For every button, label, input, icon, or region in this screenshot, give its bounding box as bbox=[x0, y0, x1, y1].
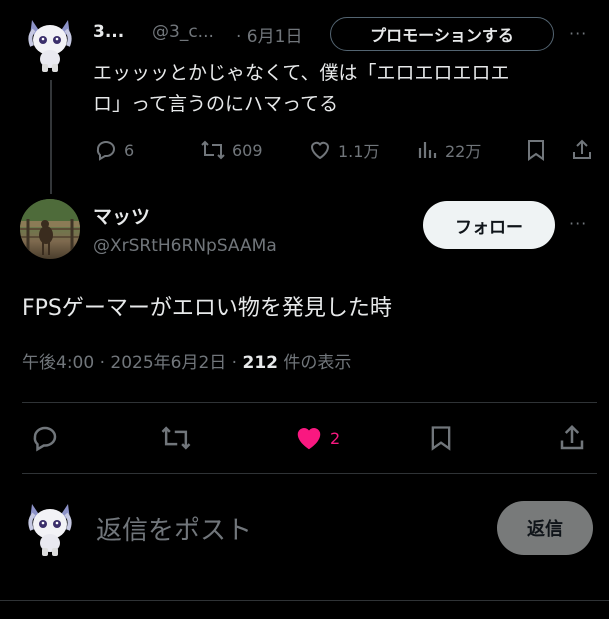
repost-icon bbox=[200, 138, 226, 162]
bookmark-icon bbox=[427, 423, 455, 453]
main-more-button[interactable]: ··· bbox=[569, 214, 587, 233]
reply-input[interactable]: 返信をポスト bbox=[96, 510, 252, 547]
parent-more-button[interactable]: ··· bbox=[569, 24, 587, 43]
tweet-timestamp[interactable]: 午後4:00 · 2025年6月2日 · bbox=[22, 353, 243, 373]
parent-views-count: 22万 bbox=[445, 142, 482, 161]
views-chart-icon bbox=[417, 138, 439, 162]
thread-connector-line bbox=[50, 80, 52, 194]
share-icon bbox=[570, 138, 594, 162]
views-suffix: 件の表示 bbox=[278, 353, 352, 373]
main-share-button[interactable] bbox=[557, 423, 587, 457]
divider bbox=[0, 600, 609, 601]
share-icon bbox=[557, 423, 587, 453]
promote-button[interactable]: プロモーションする bbox=[330, 17, 554, 51]
parent-like-button[interactable]: 1.1万 bbox=[308, 138, 379, 162]
main-like-button[interactable]: 2 bbox=[294, 423, 340, 453]
repost-icon bbox=[160, 423, 192, 453]
composer-avatar bbox=[26, 500, 74, 556]
reply-icon bbox=[94, 138, 118, 162]
divider bbox=[22, 473, 597, 474]
parent-like-count: 1.1万 bbox=[338, 142, 380, 161]
main-repost-button[interactable] bbox=[160, 423, 192, 457]
views-count[interactable]: 212 bbox=[243, 353, 279, 373]
heart-outline-icon bbox=[308, 138, 332, 162]
main-tweet-text: FPSゲーマーがエロい物を発見した時 bbox=[22, 296, 392, 321]
main-author-name[interactable]: マッツ bbox=[93, 202, 150, 229]
main-bookmark-button[interactable] bbox=[427, 423, 455, 457]
reply-icon bbox=[30, 423, 60, 453]
parent-share-button[interactable] bbox=[570, 138, 594, 166]
main-tweet-meta: 午後4:00 · 2025年6月2日 · 212 件の表示 bbox=[22, 348, 351, 373]
parent-reply-count: 6 bbox=[124, 140, 135, 160]
parent-views-button[interactable]: 22万 bbox=[417, 138, 481, 162]
heart-filled-icon bbox=[294, 423, 324, 453]
deer-avatar-icon bbox=[20, 199, 80, 259]
parent-tweet-text-line: ロ」って言うのにハマってる bbox=[93, 93, 339, 115]
parent-author-handle[interactable]: @3_c... bbox=[152, 22, 214, 42]
parent-tweet-date[interactable]: · 6月1日 bbox=[236, 22, 302, 47]
parent-tweet-text-line: エッッッとかじゃなくて、僕は「エロエロエロエ bbox=[93, 62, 510, 84]
main-reply-button[interactable] bbox=[30, 423, 60, 457]
follow-button[interactable]: フォロー bbox=[423, 201, 555, 249]
parent-bookmark-button[interactable] bbox=[524, 138, 548, 166]
bookmark-icon bbox=[524, 138, 548, 162]
parent-author-avatar[interactable] bbox=[26, 16, 74, 72]
parent-author-name[interactable]: 3... bbox=[93, 22, 124, 42]
espurr-avatar-icon bbox=[28, 20, 72, 72]
parent-repost-button[interactable]: 609 bbox=[200, 138, 263, 162]
parent-reply-button[interactable]: 6 bbox=[94, 138, 134, 162]
main-author-handle[interactable]: @XrSRtH6RNpSAAMa bbox=[93, 236, 277, 256]
parent-repost-count: 609 bbox=[232, 140, 263, 160]
divider bbox=[22, 402, 597, 403]
reply-submit-button[interactable]: 返信 bbox=[497, 501, 593, 555]
parent-tweet-text: エッッッとかじゃなくて、僕は「エロエロエロエ ロ」って言うのにハマってる bbox=[93, 58, 593, 120]
espurr-avatar-icon bbox=[28, 504, 72, 556]
main-like-count: 2 bbox=[330, 428, 341, 448]
main-author-avatar[interactable] bbox=[20, 199, 80, 259]
